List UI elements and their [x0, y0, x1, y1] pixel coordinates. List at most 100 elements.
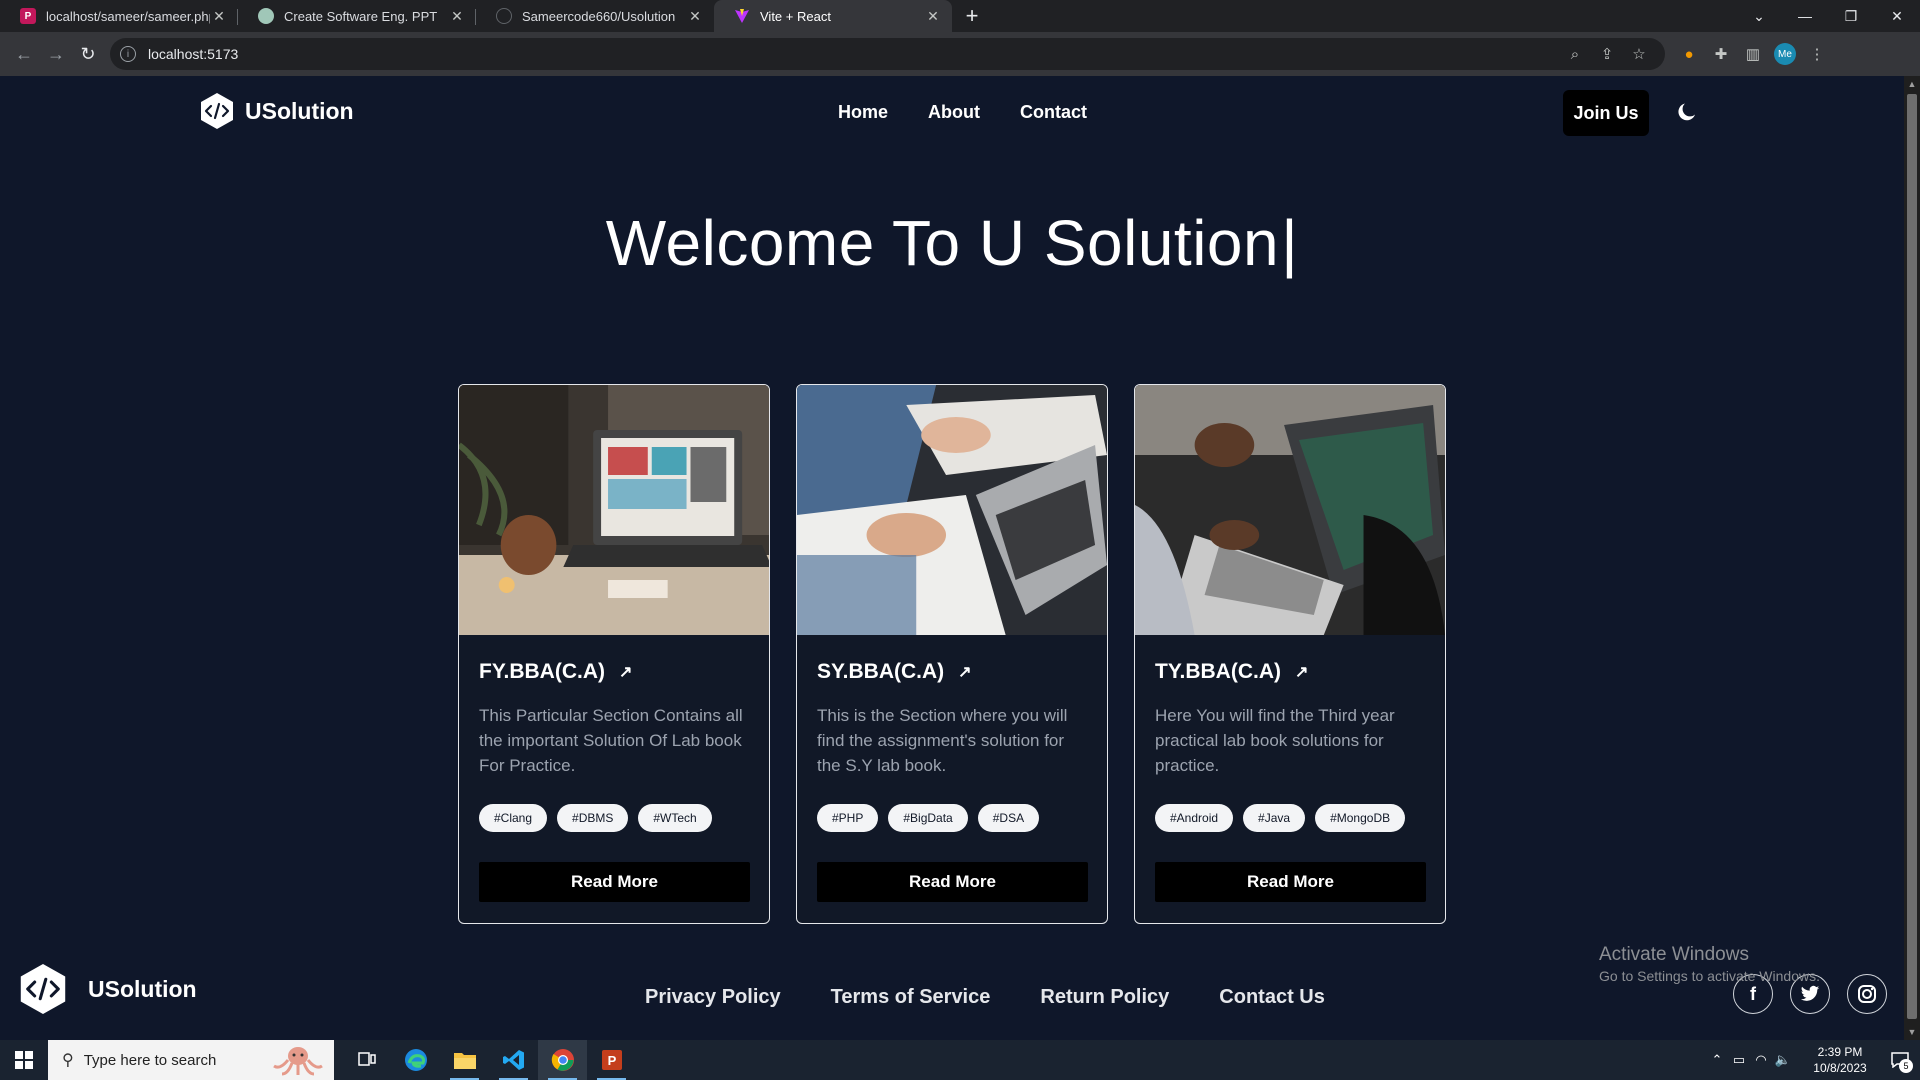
scroll-down-icon[interactable]: ▼ [1904, 1024, 1920, 1040]
card-title[interactable]: TY.BBA(C.A) ↗ [1155, 660, 1308, 684]
windows-taskbar: ⚲ Type here to search P ⌃ ▭ ◠ 🔈 2:39 PM … [0, 1040, 1920, 1080]
course-card: SY.BBA(C.A) ↗ This is the Section where … [796, 384, 1108, 924]
new-tab-button[interactable]: + [956, 0, 988, 32]
browser-toolbar: ← → ↻ i localhost:5173 ⌕ ⇪ ☆ ● ✚ ▥ Me ⋮ [0, 32, 1920, 76]
side-panel-icon[interactable]: ▥ [1737, 38, 1769, 70]
task-view-icon[interactable] [342, 1040, 391, 1080]
site-brand[interactable]: USolution [199, 92, 354, 130]
join-us-button[interactable]: Join Us [1563, 90, 1649, 136]
external-arrow-icon[interactable]: ↗ [958, 662, 971, 682]
puzzle-extensions-icon[interactable]: ✚ [1705, 38, 1737, 70]
tab-title: Vite + React [760, 8, 831, 24]
device-icon[interactable]: ▭ [1728, 1052, 1750, 1068]
taskbar-search-input[interactable]: ⚲ Type here to search [48, 1040, 334, 1080]
zoom-icon[interactable]: ⌕ [1559, 38, 1591, 70]
powerpoint-icon[interactable]: P [587, 1040, 636, 1080]
extensions-area: ● ✚ ▥ Me ⋮ [1673, 38, 1833, 70]
restore-icon[interactable]: ❐ [1828, 0, 1874, 32]
code-logo-icon [20, 964, 66, 1014]
scroll-up-icon[interactable]: ▲ [1904, 76, 1920, 92]
browser-tab-active[interactable]: Vite + React ✕ [714, 0, 952, 32]
browser-tab[interactable]: Create Software Eng. PPT ✕ [238, 0, 476, 32]
tag-chip[interactable]: #MongoDB [1315, 804, 1406, 832]
hero-title-text: Welcome To U Solution [605, 207, 1280, 279]
taskbar-clock[interactable]: 2:39 PM 10/8/2023 [1800, 1044, 1880, 1076]
tag-chip[interactable]: #Java [1243, 804, 1306, 832]
back-icon[interactable]: ← [8, 38, 40, 70]
course-card: FY.BBA(C.A) ↗ This Particular Section Co… [458, 384, 770, 924]
external-arrow-icon[interactable]: ↗ [1295, 662, 1308, 682]
vscode-icon[interactable] [489, 1040, 538, 1080]
main-nav: Home About Contact [838, 102, 1087, 123]
tag-list: #Android #Java #MongoDB [1155, 804, 1406, 832]
browser-tab[interactable]: P localhost/sameer/sameer.php ✕ [0, 0, 238, 32]
external-arrow-icon[interactable]: ↗ [619, 662, 632, 682]
footer-links: Privacy Policy Terms of Service Return P… [645, 986, 1325, 1009]
course-cards: FY.BBA(C.A) ↗ This Particular Section Co… [458, 384, 1446, 924]
tab-title: localhost/sameer/sameer.php [46, 8, 210, 24]
laptop-typing-image [1135, 385, 1445, 635]
nav-contact-link[interactable]: Contact [1020, 102, 1087, 123]
footer-link-contact[interactable]: Contact Us [1219, 986, 1325, 1009]
instagram-icon[interactable] [1847, 974, 1887, 1014]
tag-list: #Clang #DBMS #WTech [479, 804, 712, 832]
menu-kebab-icon[interactable]: ⋮ [1801, 38, 1833, 70]
tag-chip[interactable]: #PHP [817, 804, 879, 832]
edge-browser-icon[interactable] [391, 1040, 440, 1080]
notification-icon[interactable]: 5 [1880, 1040, 1920, 1080]
page-scrollbar[interactable]: ▲ ▼ [1904, 76, 1920, 1040]
tag-chip[interactable]: #BigData [888, 804, 968, 832]
footer-link-privacy[interactable]: Privacy Policy [645, 986, 781, 1009]
scrollbar-thumb[interactable] [1907, 94, 1917, 1019]
file-explorer-icon[interactable] [440, 1040, 489, 1080]
laptop-desk-image [459, 385, 769, 635]
moon-icon[interactable] [1675, 100, 1699, 124]
share-icon[interactable]: ⇪ [1591, 38, 1623, 70]
site-info-icon[interactable]: i [120, 46, 136, 62]
card-description: This is the Section where you will find … [817, 706, 1068, 775]
reload-icon[interactable]: ↻ [72, 38, 104, 70]
footer-brand[interactable]: USolution [18, 962, 197, 1016]
network-icon[interactable]: ◠ [1750, 1052, 1772, 1068]
address-bar[interactable]: i localhost:5173 ⌕ ⇪ ☆ [110, 38, 1665, 70]
footer-link-return[interactable]: Return Policy [1040, 986, 1169, 1009]
page-viewport: USolution Home About Contact Join Us Wel… [0, 76, 1904, 1040]
volume-icon[interactable]: 🔈 [1772, 1052, 1794, 1068]
profile-avatar[interactable]: Me [1774, 43, 1796, 65]
browser-tab[interactable]: Sameercode660/Usolution ✕ [476, 0, 714, 32]
nav-home-link[interactable]: Home [838, 102, 888, 123]
read-more-button[interactable]: Read More [817, 862, 1088, 902]
hero-title: Welcome To U Solution| [0, 206, 1904, 280]
close-icon[interactable]: ✕ [686, 7, 704, 25]
card-title[interactable]: SY.BBA(C.A) ↗ [817, 660, 972, 684]
chevron-up-icon[interactable]: ⌃ [1706, 1052, 1728, 1068]
minimize-icon[interactable]: — [1782, 0, 1828, 32]
card-title[interactable]: FY.BBA(C.A) ↗ [479, 660, 632, 684]
url-text: localhost:5173 [148, 46, 239, 62]
bookmark-star-icon[interactable]: ☆ [1623, 38, 1655, 70]
nav-about-link[interactable]: About [928, 102, 980, 123]
close-icon[interactable]: ✕ [210, 7, 228, 25]
tag-chip[interactable]: #Clang [479, 804, 548, 832]
writing-notes-image [797, 385, 1107, 635]
typing-cursor: | [1281, 207, 1299, 279]
close-icon[interactable]: ✕ [924, 7, 942, 25]
card-description: This Particular Section Contains all the… [479, 706, 743, 775]
close-icon[interactable]: ✕ [448, 7, 466, 25]
read-more-button[interactable]: Read More [479, 862, 750, 902]
tag-chip[interactable]: #Android [1155, 804, 1234, 832]
footer-link-terms[interactable]: Terms of Service [831, 986, 991, 1009]
forward-icon[interactable]: → [40, 38, 72, 70]
browser-tab-strip: P localhost/sameer/sameer.php ✕ Create S… [0, 0, 1920, 32]
tab-search-icon[interactable]: ⌄ [1736, 0, 1782, 32]
tag-chip[interactable]: #WTech [638, 804, 712, 832]
windows-start-icon[interactable] [0, 1040, 48, 1080]
chrome-icon[interactable] [538, 1040, 587, 1080]
close-window-icon[interactable]: ✕ [1874, 0, 1920, 32]
tag-chip[interactable]: #DBMS [557, 804, 629, 832]
read-more-button[interactable]: Read More [1155, 862, 1426, 902]
extension-icon[interactable]: ● [1673, 38, 1705, 70]
taskbar-apps: P [342, 1040, 636, 1080]
octopus-search-highlight-icon [273, 1047, 323, 1076]
tag-chip[interactable]: #DSA [977, 804, 1040, 832]
